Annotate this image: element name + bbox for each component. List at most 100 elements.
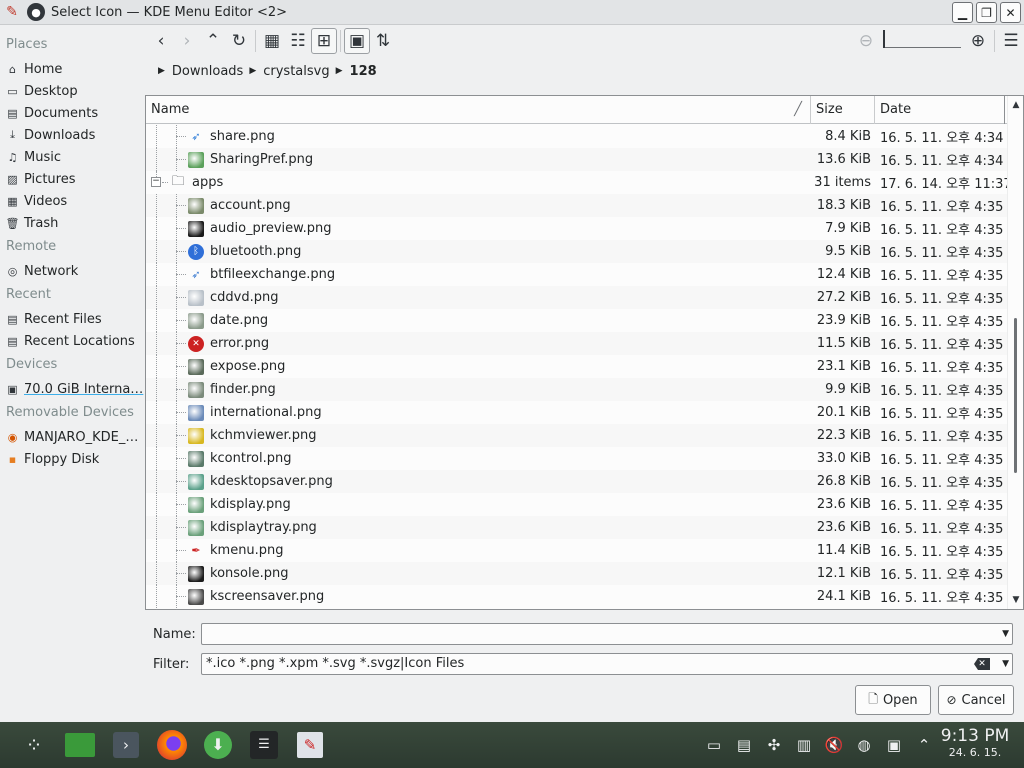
zoom-in-icon[interactable]: ⊕ xyxy=(965,28,991,54)
collapse-icon[interactable]: − xyxy=(151,177,161,187)
terminal-shape: › xyxy=(113,732,139,758)
digital-clock[interactable]: 9:13 PM 24. 6. 15. xyxy=(938,726,1012,760)
table-row[interactable]: ✒ kmenu.png 11.4 KiB 16. 5. 11. 오후 4:35 xyxy=(146,539,1008,562)
notes-icon[interactable]: ▥ xyxy=(790,731,818,759)
filter-dropdown-icon[interactable]: ▼ xyxy=(1002,654,1009,674)
row-name-cell: finder.png xyxy=(146,378,811,401)
table-row[interactable]: SharingPref.png 13.6 KiB 16. 5. 11. 오후 4:3… xyxy=(146,148,1008,171)
software-update-icon[interactable]: ⬇ xyxy=(198,725,238,765)
table-row[interactable]: kdisplay.png 23.6 KiB 16. 5. 11. 오후 4:35 xyxy=(146,493,1008,516)
table-row[interactable]: ᛒ bluetooth.png 9.5 KiB 16. 5. 11. 오후 4:35 xyxy=(146,240,1008,263)
column-header-date[interactable]: Date xyxy=(875,96,1005,124)
volume-muted-icon[interactable]: 🔇 xyxy=(820,731,848,759)
clipboard-icon[interactable]: ▭ xyxy=(700,731,728,759)
reload-icon[interactable]: ↻ xyxy=(226,28,252,54)
back-icon[interactable]: ‹ xyxy=(148,28,174,54)
table-row[interactable]: expose.png 23.1 KiB 16. 5. 11. 오후 4:35 xyxy=(146,355,1008,378)
open-button[interactable]: 🗋 Open xyxy=(855,685,931,715)
short-view-icon[interactable]: ▦ xyxy=(259,28,285,54)
sidebar-item-desktop[interactable]: ▭ Desktop xyxy=(0,80,144,102)
sidebar-item-downloads[interactable]: ⤓ Downloads xyxy=(0,124,144,146)
scroll-up-icon[interactable]: ▲ xyxy=(1010,99,1022,111)
clock-time: 9:13 PM xyxy=(940,726,1010,746)
tree-line xyxy=(176,205,186,206)
disk-icon[interactable]: ▤ xyxy=(730,731,758,759)
sidebar-item-music[interactable]: ♫ Music xyxy=(0,146,144,168)
sort-icon[interactable]: ⇅ xyxy=(370,28,396,54)
file-date: 16. 5. 11. 오후 4:35 xyxy=(880,476,1004,491)
network-status-icon[interactable]: ◍ xyxy=(850,731,878,759)
up-icon[interactable]: ⌃ xyxy=(200,28,226,54)
table-row[interactable]: − 🗀 apps 31 items 17. 6. 14. 오후 11:37 xyxy=(146,171,1012,194)
table-row[interactable]: international.png 20.1 KiB 16. 5. 11. 오후 4… xyxy=(146,401,1008,424)
file-manager-icon[interactable] xyxy=(60,725,100,765)
detailed-view-icon[interactable]: ☷ xyxy=(285,28,311,54)
cancel-button[interactable]: ⊘ Cancel xyxy=(938,685,1014,715)
minimize-button[interactable]: ▁ xyxy=(952,2,973,23)
table-row[interactable]: finder.png 9.9 KiB 16. 5. 11. 오후 4:35 xyxy=(146,378,1008,401)
breadcrumb-arrow-icon[interactable]: ▶ xyxy=(249,66,256,76)
table-row[interactable]: kdesktopsaver.png 26.8 KiB 16. 5. 11. 오후 4… xyxy=(146,470,1008,493)
restore-button[interactable]: ❐ xyxy=(976,2,997,23)
clear-filter-icon[interactable]: ✕ xyxy=(974,658,990,670)
table-row[interactable]: kcontrol.png 33.0 KiB 16. 5. 11. 오후 4:35 xyxy=(146,447,1008,470)
preview-icon[interactable]: ▣ xyxy=(344,28,370,54)
sidebar-item-network[interactable]: ◎ Network xyxy=(0,260,144,282)
filter-field[interactable]: *.ico *.png *.xpm *.svg *.svgz|Icon File… xyxy=(201,653,1013,675)
sidebar-item-trash[interactable]: 🗑 Trash xyxy=(0,212,144,234)
kde-menu-editor-task-icon[interactable]: ✎ xyxy=(290,725,330,765)
application-launcher-icon[interactable]: ⁘ xyxy=(14,725,54,765)
column-header-size[interactable]: Size xyxy=(811,96,875,124)
terminal-icon[interactable]: › xyxy=(106,725,146,765)
vertical-scrollbar[interactable]: ▲ ▼ xyxy=(1007,96,1023,609)
settings-icon[interactable]: ☰ xyxy=(244,725,284,765)
table-row[interactable]: cddvd.png 27.2 KiB 16. 5. 11. 오후 4:35 xyxy=(146,286,1008,309)
forward-icon[interactable]: › xyxy=(174,28,200,54)
sidebar-item-home[interactable]: ⌂ Home xyxy=(0,58,144,80)
column-header-name[interactable]: Name ╱ xyxy=(146,96,811,124)
file-tree-view[interactable]: Name ╱ Size Date ➶ share.png 8.4 KiB 16. 5. … xyxy=(145,95,1024,610)
breadcrumb-arrow-icon[interactable]: ▶ xyxy=(336,66,343,76)
table-row[interactable]: audio_preview.png 7.9 KiB 16. 5. 11. 오후 4:… xyxy=(146,217,1008,240)
tree-view-icon[interactable]: ⊞ xyxy=(311,28,337,54)
close-button[interactable]: ✕ xyxy=(1000,2,1021,23)
sidebar-item-videos[interactable]: ▦ Videos xyxy=(0,190,144,212)
breadcrumb-crystalsvg[interactable]: crystalsvg xyxy=(263,64,329,79)
sidebar-item-documents[interactable]: ▤ Documents xyxy=(0,102,144,124)
firefox-icon[interactable] xyxy=(152,725,192,765)
zoom-slider-handle[interactable] xyxy=(883,30,885,48)
sidebar-item-floppy[interactable]: ▪ Floppy Disk xyxy=(0,448,144,470)
table-row[interactable]: ➶ btfileexchange.png 12.4 KiB 16. 5. 11. 오후… xyxy=(146,263,1008,286)
table-row[interactable]: konsole.png 12.1 KiB 16. 5. 11. 오후 4:35 xyxy=(146,562,1008,585)
table-row[interactable]: account.png 18.3 KiB 16. 5. 11. 오후 4:35 xyxy=(146,194,1008,217)
options-menu-icon[interactable]: ☰ xyxy=(998,28,1024,54)
menu-editor-app-icon[interactable]: ✎ xyxy=(2,2,22,22)
kde-connect-icon[interactable]: ✣ xyxy=(760,731,788,759)
sidebar-item-recent-locations[interactable]: ▤ Recent Locations xyxy=(0,330,144,352)
table-row[interactable]: kscreensaver.png 24.1 KiB 16. 5. 11. 오후 4:… xyxy=(146,585,1008,608)
zoom-slider[interactable] xyxy=(883,30,961,48)
scrollbar-thumb[interactable] xyxy=(1014,318,1017,473)
sidebar-item-hard-disk[interactable]: ▣ 70.0 GiB Interna… xyxy=(0,378,144,400)
table-row[interactable]: kdisplaytray.png 23.6 KiB 16. 5. 11. 오후 4:… xyxy=(146,516,1008,539)
breadcrumb-root-arrow-icon[interactable]: ▶ xyxy=(158,66,165,76)
sidebar-item-optical-disc[interactable]: ◉ MANJARO_KDE_… xyxy=(0,426,144,448)
file-date: 16. 5. 11. 오후 4:35 xyxy=(880,292,1004,307)
table-row[interactable]: kchmviewer.png 22.3 KiB 16. 5. 11. 오후 4:35 xyxy=(146,424,1008,447)
sidebar-item-pictures[interactable]: ▨ Pictures xyxy=(0,168,144,190)
zoom-out-icon[interactable]: ⊖ xyxy=(853,28,879,54)
sidebar-item-recent-files[interactable]: ▤ Recent Files xyxy=(0,308,144,330)
display-icon[interactable]: ▣ xyxy=(880,731,908,759)
table-row[interactable]: date.png 23.9 KiB 16. 5. 11. 오후 4:35 xyxy=(146,309,1008,332)
table-row[interactable]: ➶ share.png 8.4 KiB 16. 5. 11. 오후 4:34 xyxy=(146,125,1008,148)
table-row[interactable]: ✕ error.png 11.5 KiB 16. 5. 11. 오후 4:35 xyxy=(146,332,1008,355)
sidebar-section-places: Places xyxy=(6,37,48,52)
pin-icon[interactable]: ● xyxy=(27,3,45,21)
name-dropdown-icon[interactable]: ▼ xyxy=(1002,624,1009,644)
file-name: finder.png xyxy=(210,382,276,397)
scroll-down-icon[interactable]: ▼ xyxy=(1010,594,1022,606)
name-field[interactable]: ▼ xyxy=(201,623,1013,645)
breadcrumb-128[interactable]: 128 xyxy=(350,64,377,79)
breadcrumb-downloads[interactable]: Downloads xyxy=(172,64,243,79)
tray-expand-icon[interactable]: ⌃ xyxy=(910,731,938,759)
